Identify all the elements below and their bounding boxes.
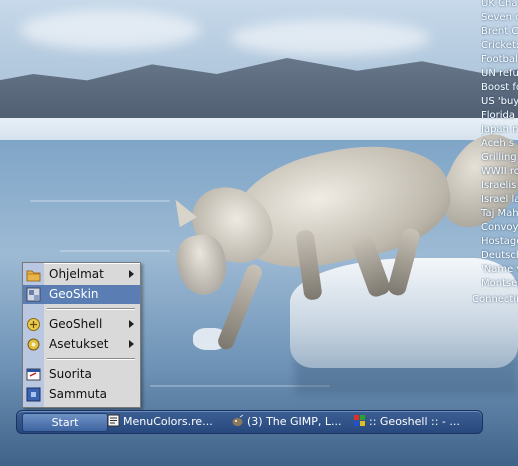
submenu-arrow-icon [129,270,134,278]
news-headline-link[interactable]: Japan n [481,123,518,137]
news-headline-link[interactable]: UK Cha [481,0,518,11]
news-headline-link[interactable]: Deutsch [481,249,518,263]
news-ticker: UK Cha Seven c Brent C Cricket: Footbal UN re… [481,0,518,291]
taskbar: Start MenuColors.re... (3) The GIMP, L..… [16,410,483,434]
news-headline-link[interactable]: Florida a [481,109,518,123]
news-headline-link[interactable]: Grilling [481,151,518,165]
programs-folder-icon [26,267,41,282]
submenu-arrow-icon [129,340,134,348]
shutdown-icon [26,387,41,402]
menu-item-label: GeoShell [49,317,103,331]
news-headline-link[interactable]: Montse [481,277,518,291]
text-editor-icon [107,414,120,427]
news-headline-link[interactable]: 'Name v [481,263,518,277]
menu-item-label: Suorita [49,367,92,381]
news-headline-link[interactable]: Israel la [481,193,518,207]
news-headline-link[interactable]: Boost fo [481,81,518,95]
menu-item-label: Ohjelmat [49,267,104,281]
geoshell-icon [26,317,41,332]
submenu-arrow-icon [129,320,134,328]
menu-separator [47,358,135,360]
task-label: :: Geoshell :: - ... [369,415,460,428]
menu-item-label: Asetukset [49,337,109,351]
news-headline-link[interactable]: Aceh s [481,137,518,151]
menu-item-suorita[interactable]: Suorita [23,365,140,384]
news-headline-link[interactable]: Cricket: [481,39,518,53]
start-menu: Ohjelmat GeoSkin GeoShell Asetukset Suor… [22,262,141,408]
news-headline-link[interactable]: Brent C [481,25,518,39]
gimp-icon [231,414,244,427]
start-button[interactable]: Start [22,413,108,432]
task-button-gimp[interactable]: (3) The GIMP, L... [231,414,356,430]
menu-item-geoskin[interactable]: GeoSkin [23,285,140,304]
task-button-geoshell[interactable]: :: Geoshell :: - ... [353,414,478,430]
run-icon [26,367,41,382]
menu-item-label: Sammuta [49,387,108,401]
task-label: (3) The GIMP, L... [247,415,342,428]
menu-item-ohjelmat[interactable]: Ohjelmat [23,265,140,284]
task-button-menucolors[interactable]: MenuColors.re... [107,414,232,430]
news-headline-link[interactable]: Convoy [481,221,518,235]
menu-item-sammuta[interactable]: Sammuta [23,385,140,404]
cloud [230,20,430,56]
news-headline-link[interactable]: Taj Mah [481,207,518,221]
news-headline-link[interactable]: US 'buy [481,95,518,109]
news-headline-link[interactable]: Hostage [481,235,518,249]
cloud [20,10,200,50]
news-headline-link[interactable]: UN refu [481,67,518,81]
news-headline-link[interactable]: Seven c [481,11,518,25]
geoskin-icon [26,287,41,302]
news-headline-link[interactable]: WWII ro [481,165,518,179]
news-headline-link[interactable]: Israelis [481,179,518,193]
news-status: Connecting [472,294,518,305]
windows-flag-icon [353,414,366,427]
menu-item-asetukset[interactable]: Asetukset [23,335,140,354]
menu-item-label: GeoSkin [49,287,99,301]
menu-item-geoshell[interactable]: GeoShell [23,315,140,334]
menu-separator [47,308,135,310]
settings-icon [26,337,41,352]
news-headline-link[interactable]: Footbal [481,53,518,67]
task-label: MenuColors.re... [123,415,213,428]
